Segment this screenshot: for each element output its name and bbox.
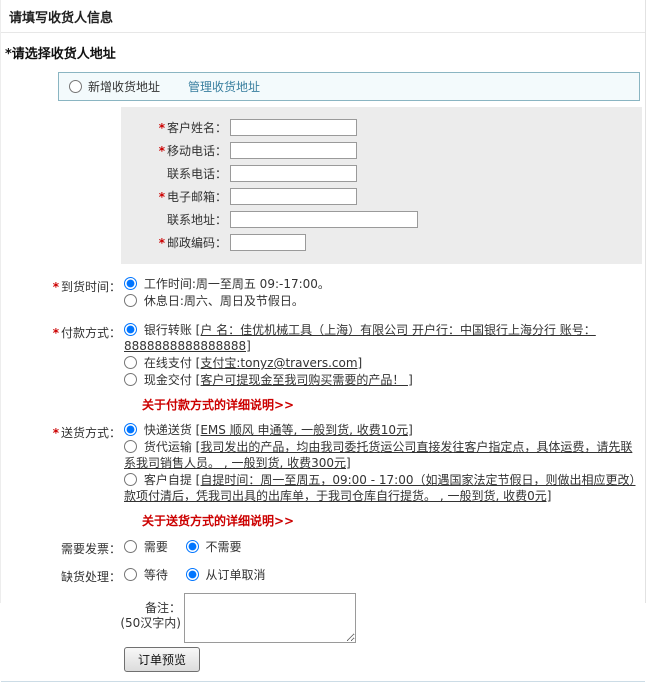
shipping-method-row: *送货方式： 快递送货 [EMS 顺风 申通等, 一般到货, 收费10元] 货代… <box>1 422 645 529</box>
invoice-option-no-need: 不需要 <box>186 540 242 554</box>
field-row-customer-name: *客户姓名： <box>131 117 632 138</box>
delivery-time-option-restday: 休息日:周六、周日及节假日。 <box>124 293 640 309</box>
payment-option-cash: 现金交付 [客户可提现金至我司购买需要的产品！ ] <box>124 372 640 388</box>
delivery-time-option-workday: 工作时间:周一至周五 09:-17:00。 <box>124 276 640 292</box>
cash-payment-radio[interactable] <box>124 373 137 386</box>
field-row-mobile-phone: *移动电话： <box>131 140 632 161</box>
manage-address-link[interactable]: 管理收货地址 <box>188 78 260 95</box>
contact-phone-input[interactable] <box>230 165 357 182</box>
payment-detail-link[interactable]: 关于付款方式的详细说明>> <box>142 396 294 413</box>
invoice-no-need-label: 不需要 <box>206 540 242 554</box>
page-title: 请填写收货人信息 <box>1 0 645 33</box>
online-payment-detail: [支付宝:tonyz@travers.com] <box>196 356 363 370</box>
invoice-no-need-radio[interactable] <box>186 540 199 553</box>
email-input[interactable] <box>230 188 357 205</box>
restday-radio[interactable] <box>124 294 137 307</box>
required-mark: * <box>159 236 165 250</box>
cash-payment-label: 现金交付 <box>144 373 192 387</box>
backorder-wait-label: 等待 <box>144 568 168 582</box>
backorder-wait-radio[interactable] <box>124 568 137 581</box>
payment-option-online: 在线支付 [支付宝:tonyz@travers.com] <box>124 355 640 371</box>
shipping-method-label: 送货方式： <box>61 426 121 440</box>
customer-name-label: 客户姓名： <box>167 121 227 135</box>
address-section-title: *请选择收货人地址 <box>1 33 645 70</box>
payment-method-label: 付款方式： <box>61 326 121 340</box>
customer-name-input[interactable] <box>230 119 357 136</box>
new-address-radio[interactable] <box>69 80 82 93</box>
shipping-option-freight: 货代运输 [我司发出的产品，均由我司委托货运公司直接发往客户指定点，具体运费，请… <box>124 439 640 471</box>
required-mark: * <box>159 121 165 135</box>
backorder-option-cancel: 从订单取消 <box>186 568 266 582</box>
freight-detail: [我司发出的产品，均由我司委托货运公司直接发往客户指定点，具体运费，请先联系我司… <box>124 440 632 470</box>
mobile-phone-label: 移动电话： <box>167 144 227 158</box>
zip-code-label: 邮政编码： <box>167 236 227 250</box>
freight-radio[interactable] <box>124 440 137 453</box>
self-pickup-detail: [自提时间：周一至周五，09:00 - 17:00（如遇国家法定节假日，则做出相… <box>124 473 635 503</box>
self-pickup-label: 客户自提 <box>144 473 192 487</box>
payment-option-bank-transfer: 银行转账 [户 名：佳优机械工具（上海）有限公司 开户行：中国银行上海分行 账号… <box>124 322 640 354</box>
express-radio[interactable] <box>124 423 137 436</box>
backorder-option-wait: 等待 <box>124 568 172 582</box>
order-preview-button[interactable]: 订单预览 <box>124 647 200 672</box>
contact-address-label: 联系地址： <box>167 213 227 227</box>
email-label: 电子邮箱： <box>167 190 227 204</box>
invoice-option-need: 需要 <box>124 540 172 554</box>
backorder-cancel-radio[interactable] <box>186 568 199 581</box>
invoice-need-label: 需要 <box>144 540 168 554</box>
field-row-email: *电子邮箱： <box>131 186 632 207</box>
payment-method-row: *付款方式： 银行转账 [户 名：佳优机械工具（上海）有限公司 开户行：中国银行… <box>1 322 645 413</box>
submit-row: 订单预览 <box>124 647 645 672</box>
shipping-option-self-pickup: 客户自提 [自提时间：周一至周五，09:00 - 17:00（如遇国家法定节假日… <box>124 472 640 504</box>
remark-textarea[interactable] <box>184 593 356 643</box>
backorder-cancel-label: 从订单取消 <box>206 568 266 582</box>
zip-code-input[interactable] <box>230 234 306 251</box>
field-row-contact-address: 联系地址： <box>131 209 632 230</box>
shipping-option-express: 快递送货 [EMS 顺风 申通等, 一般到货, 收费10元] <box>124 422 640 438</box>
backorder-row: 缺货处理： 等待 从订单取消 <box>1 566 645 585</box>
mobile-phone-input[interactable] <box>230 142 357 159</box>
remark-hint: (50汉字内) <box>1 616 181 631</box>
contact-address-input[interactable] <box>230 211 418 228</box>
required-mark: * <box>53 326 59 340</box>
field-row-contact-phone: 联系电话： <box>131 163 632 184</box>
workday-label: 工作时间:周一至周五 09:-17:00。 <box>144 277 330 291</box>
restday-label: 休息日:周六、周日及节假日。 <box>144 294 304 308</box>
required-mark: * <box>53 426 59 440</box>
required-mark: * <box>159 190 165 204</box>
self-pickup-radio[interactable] <box>124 473 137 486</box>
invoice-label: 需要发票： <box>61 542 121 556</box>
new-address-label: 新增收货地址 <box>88 78 160 95</box>
express-label: 快递送货 <box>144 423 192 437</box>
bank-transfer-radio[interactable] <box>124 323 137 336</box>
invoice-row: 需要发票： 需要 不需要 <box>1 538 645 557</box>
backorder-label: 缺货处理： <box>61 570 121 584</box>
required-mark: * <box>159 144 165 158</box>
workday-radio[interactable] <box>124 277 137 290</box>
bank-transfer-label: 银行转账 <box>144 323 192 337</box>
field-row-zip-code: *邮政编码： <box>131 232 632 253</box>
contact-info-form: *客户姓名： *移动电话： 联系电话： *电子邮箱： 联系地址： *邮政编码： <box>121 107 642 264</box>
required-mark: * <box>53 280 59 294</box>
remark-label: 备注： <box>1 601 181 616</box>
cash-payment-detail: [客户可提现金至我司购买需要的产品！ ] <box>196 373 413 387</box>
online-payment-radio[interactable] <box>124 356 137 369</box>
remark-row: 备注： (50汉字内) <box>1 593 645 643</box>
express-detail: [EMS 顺风 申通等, 一般到货, 收费10元] <box>196 423 413 437</box>
shipping-detail-link[interactable]: 关于送货方式的详细说明>> <box>142 512 294 529</box>
online-payment-label: 在线支付 <box>144 356 192 370</box>
address-selector-box: 新增收货地址 管理收货地址 <box>58 72 640 101</box>
checkout-recipient-page: 请填写收货人信息 *请选择收货人地址 新增收货地址 管理收货地址 *客户姓名： … <box>0 0 646 603</box>
freight-label: 货代运输 <box>144 440 192 454</box>
invoice-need-radio[interactable] <box>124 540 137 553</box>
delivery-time-label: 到货时间： <box>61 280 121 294</box>
contact-phone-label: 联系电话： <box>167 167 227 181</box>
bank-transfer-detail: [户 名：佳优机械工具（上海）有限公司 开户行：中国银行上海分行 账号：8888… <box>124 323 596 353</box>
delivery-time-row: *到货时间： 工作时间:周一至周五 09:-17:00。 休息日:周六、周日及节… <box>1 276 645 310</box>
